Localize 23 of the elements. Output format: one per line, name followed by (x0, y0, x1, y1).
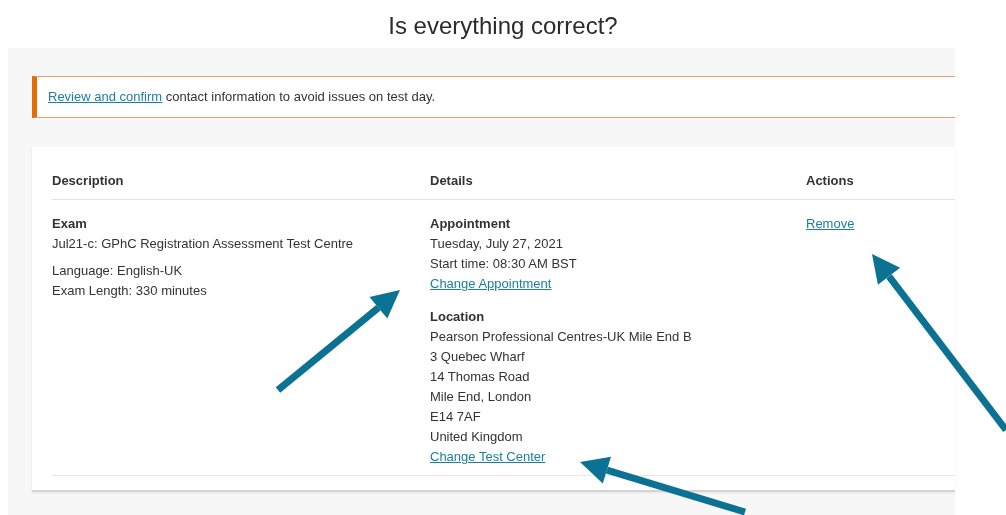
section-heading: Appointment (430, 215, 512, 233)
detail-text: Start time: 08:30 AM BST (430, 255, 578, 273)
detail-text: Pearson Professional Centres-UK Mile End B (430, 328, 693, 346)
page-title: Is everything correct? (387, 11, 619, 41)
alert-text: contact information to avoid issues on test day. (164, 89, 436, 105)
detail-text: Mile End, London (430, 388, 533, 406)
change-link[interactable]: Change Test Center (430, 449, 546, 464)
detail-text: Tuesday, July 27, 2021 (430, 235, 564, 253)
detail-text: Exam Length: 330 minutes (52, 281, 208, 300)
section-heading: Exam (52, 215, 88, 233)
detail-text: E14 7AF (430, 408, 482, 426)
column-header: Description (52, 172, 125, 190)
column-header: Details (430, 172, 474, 190)
detail-text: 3 Quebec Wharf (430, 348, 526, 366)
section-heading: Location (430, 308, 486, 326)
change-link[interactable]: Change Appointment (430, 276, 552, 291)
exam-name: Jul21-c: GPhC Registration Assessment Test Centre (52, 235, 355, 253)
column-header: Actions (806, 172, 855, 190)
detail-text: Language: English-UK (52, 261, 184, 280)
remove-link[interactable]: Remove (806, 216, 855, 231)
review-link[interactable]: Review and confirm (48, 89, 163, 105)
detail-text: United Kingdom (430, 428, 524, 446)
detail-text: 14 Thomas Road (430, 368, 531, 386)
